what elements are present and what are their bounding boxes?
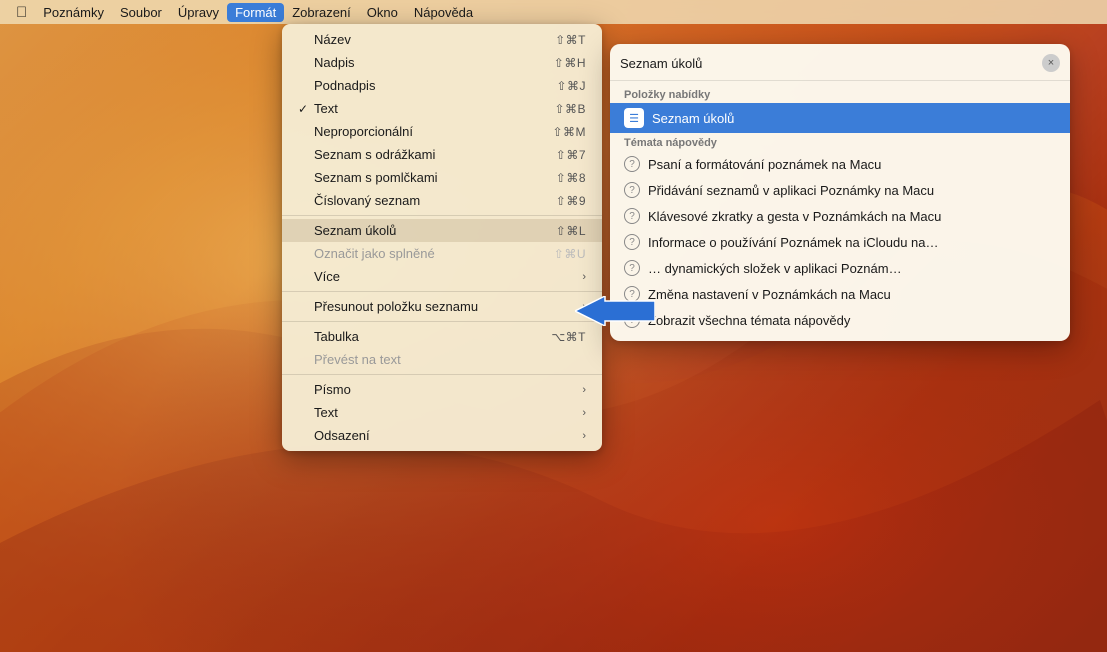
- help-search-row: ×: [610, 54, 1070, 81]
- help-panel: × Položky nabídky ☰ Seznam úkolů Témata …: [610, 44, 1070, 341]
- menubar-okno[interactable]: Okno: [359, 3, 406, 22]
- pismo-arrow: ›: [582, 384, 586, 396]
- text-shortcut: ⇧⌘B: [554, 102, 586, 116]
- menubar-upravy[interactable]: Úpravy: [170, 3, 227, 22]
- cislovany-label: Číslovaný seznam: [314, 193, 556, 208]
- menu-item-prevest: Převést na text: [282, 348, 602, 371]
- help-topic-1[interactable]: ? Psaní a formátování poznámek na Macu: [610, 151, 1070, 177]
- help-topic-6-label: Změna nastavení v Poznámkách na Macu: [648, 287, 1056, 302]
- menu-item-odsazeni[interactable]: Odsazení ›: [282, 424, 602, 447]
- menubar-soubor[interactable]: Soubor: [112, 3, 170, 22]
- prevest-label: Převést na text: [314, 352, 586, 367]
- text2-label: Text: [314, 405, 582, 420]
- help-topic-7-label: Zobrazit všechna témata nápovědy: [648, 313, 1056, 328]
- divider-3: [282, 321, 602, 322]
- blue-arrow-cursor: [575, 296, 655, 331]
- menubar-format[interactable]: Formát: [227, 3, 284, 22]
- help-section-menu-items: Položky nabídky: [610, 85, 1070, 103]
- text2-arrow: ›: [582, 407, 586, 419]
- ukolu-label: Seznam úkolů: [314, 223, 556, 238]
- menu-item-oznacit: Označit jako splněné ⇧⌘U: [282, 242, 602, 265]
- help-topic-4-label: Informace o používání Poznámek na iCloud…: [648, 235, 1056, 250]
- menu-item-tabulka[interactable]: Tabulka ⌥⌘T: [282, 325, 602, 348]
- menu-item-podnadpis[interactable]: Podnadpis ⇧⌘J: [282, 74, 602, 97]
- odsazeni-arrow: ›: [582, 430, 586, 442]
- help-menu-icon: ☰: [624, 108, 644, 128]
- tabulka-shortcut: ⌥⌘T: [551, 330, 586, 344]
- help-topic-6[interactable]: ? Změna nastavení v Poznámkách na Macu: [610, 281, 1070, 307]
- tabulka-label: Tabulka: [314, 329, 551, 344]
- help-topic-3-label: Klávesové zkratky a gesta v Poznámkách n…: [648, 209, 1056, 224]
- ukolu-shortcut: ⇧⌘L: [556, 224, 586, 238]
- nadpis-shortcut: ⇧⌘H: [554, 56, 586, 70]
- oznacit-shortcut: ⇧⌘U: [554, 247, 586, 261]
- divider-4: [282, 374, 602, 375]
- question-icon-4: ?: [624, 234, 640, 250]
- close-icon: ×: [1048, 57, 1054, 69]
- menu-item-seznam-pomlcky[interactable]: Seznam s pomlčkami ⇧⌘8: [282, 166, 602, 189]
- menubar:  Poznámky Soubor Úpravy Formát Zobrazen…: [0, 0, 1107, 24]
- question-icon-1: ?: [624, 156, 640, 172]
- menu-item-nadpis[interactable]: Nadpis ⇧⌘H: [282, 51, 602, 74]
- nepropo-shortcut: ⇧⌘M: [552, 125, 586, 139]
- menu-item-nazev[interactable]: Název ⇧⌘T: [282, 28, 602, 51]
- divider-2: [282, 291, 602, 292]
- nadpis-label: Nadpis: [314, 55, 554, 70]
- pomlcky-label: Seznam s pomlčkami: [314, 170, 556, 185]
- help-topic-5[interactable]: ? … dynamických složek v aplikaci Poznám…: [610, 255, 1070, 281]
- text-check: ✓: [298, 102, 314, 116]
- vice-arrow: ›: [582, 271, 586, 283]
- help-close-button[interactable]: ×: [1042, 54, 1060, 72]
- odrazky-label: Seznam s odrážkami: [314, 147, 556, 162]
- menu-item-text2[interactable]: Text ›: [282, 401, 602, 424]
- question-icon-3: ?: [624, 208, 640, 224]
- menu-item-pismo[interactable]: Písmo ›: [282, 378, 602, 401]
- help-menu-result[interactable]: ☰ Seznam úkolů: [610, 103, 1070, 133]
- nazev-label: Název: [314, 32, 555, 47]
- help-section-topics: Témata nápovědy: [610, 133, 1070, 151]
- help-topic-2[interactable]: ? Přidávání seznamů v aplikaci Poznámky …: [610, 177, 1070, 203]
- podnadpis-shortcut: ⇧⌘J: [556, 79, 586, 93]
- presunout-label: Přesunout položku seznamu: [314, 299, 582, 314]
- menu-item-cislovany[interactable]: Číslovaný seznam ⇧⌘9: [282, 189, 602, 212]
- help-topic-3[interactable]: ? Klávesové zkratky a gesta v Poznámkách…: [610, 203, 1070, 229]
- cislovany-shortcut: ⇧⌘9: [556, 194, 586, 208]
- podnadpis-label: Podnadpis: [314, 78, 556, 93]
- question-icon-2: ?: [624, 182, 640, 198]
- help-topic-7[interactable]: ? Zobrazit všechna témata nápovědy: [610, 307, 1070, 333]
- format-menu: Název ⇧⌘T Nadpis ⇧⌘H Podnadpis ⇧⌘J ✓ Tex…: [282, 24, 602, 451]
- menubar-zobrazeni[interactable]: Zobrazení: [284, 3, 359, 22]
- menu-item-seznam-ukolu[interactable]: Seznam úkolů ⇧⌘L: [282, 219, 602, 242]
- menu-item-presunout[interactable]: Přesunout položku seznamu ›: [282, 295, 602, 318]
- help-topic-2-label: Přidávání seznamů v aplikaci Poznámky na…: [648, 183, 1056, 198]
- odsazeni-label: Odsazení: [314, 428, 582, 443]
- pomlcky-shortcut: ⇧⌘8: [556, 171, 586, 185]
- menubar-poznamky[interactable]: Poznámky: [35, 3, 112, 22]
- menubar-napoveda[interactable]: Nápověda: [406, 3, 481, 22]
- nazev-shortcut: ⇧⌘T: [555, 33, 586, 47]
- question-icon-5: ?: [624, 260, 640, 276]
- menu-item-text[interactable]: ✓ Text ⇧⌘B: [282, 97, 602, 120]
- help-topic-5-label: … dynamických složek v aplikaci Poznám…: [648, 261, 1056, 276]
- nepropo-label: Neproporcionální: [314, 124, 552, 139]
- menu-item-vice[interactable]: Více ›: [282, 265, 602, 288]
- checklist-icon: ☰: [629, 112, 639, 125]
- divider-1: [282, 215, 602, 216]
- menu-item-seznam-odrazky[interactable]: Seznam s odrážkami ⇧⌘7: [282, 143, 602, 166]
- help-menu-result-label: Seznam úkolů: [652, 111, 1056, 126]
- text-label: Text: [314, 101, 554, 116]
- odrazky-shortcut: ⇧⌘7: [556, 148, 586, 162]
- menu-item-neproporcionalni[interactable]: Neproporcionální ⇧⌘M: [282, 120, 602, 143]
- pismo-label: Písmo: [314, 382, 582, 397]
- oznacit-label: Označit jako splněné: [314, 246, 554, 261]
- menubar-apple[interactable]: : [8, 4, 35, 21]
- help-search-input[interactable]: [620, 56, 1042, 71]
- help-topic-1-label: Psaní a formátování poznámek na Macu: [648, 157, 1056, 172]
- vice-label: Více: [314, 269, 582, 284]
- help-topic-4[interactable]: ? Informace o používání Poznámek na iClo…: [610, 229, 1070, 255]
